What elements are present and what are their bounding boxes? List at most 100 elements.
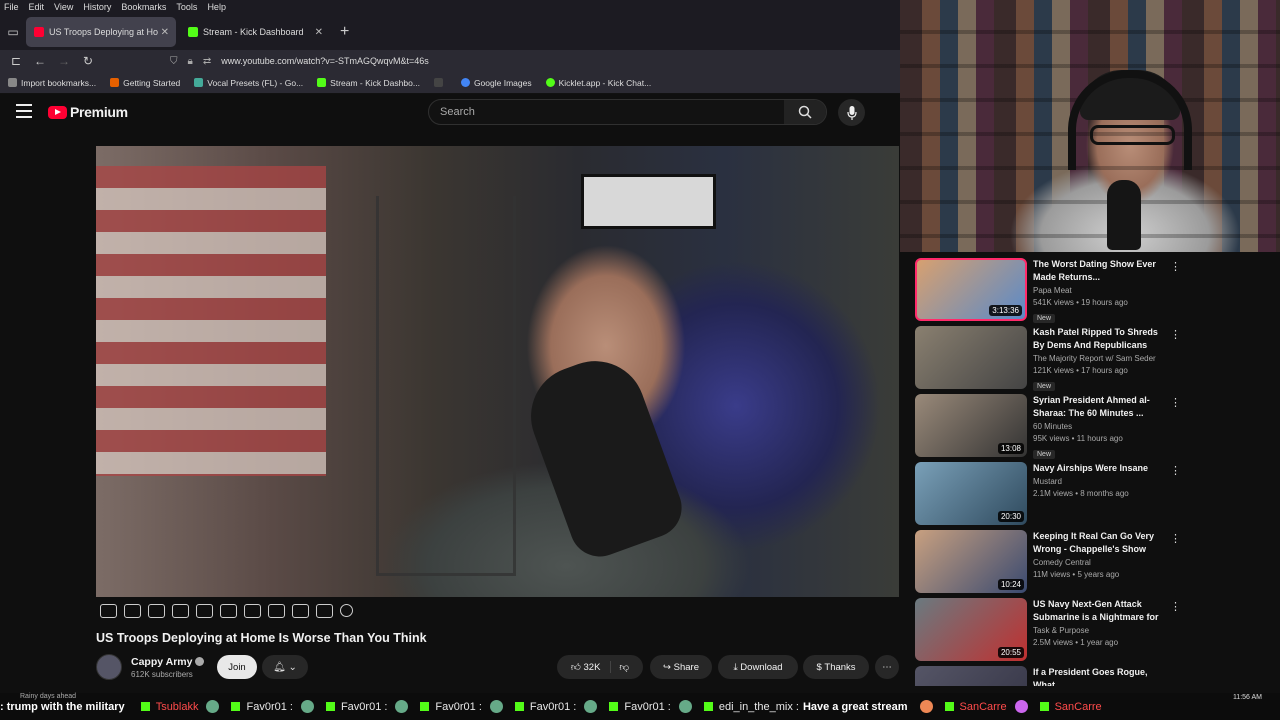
- sidebar-toggle-icon[interactable]: ⊏: [4, 54, 28, 68]
- rec-title[interactable]: Kash Patel Ripped To Shreds By Dems And …: [1033, 326, 1168, 352]
- rec-title[interactable]: The Worst Dating Show Ever Made Returns.…: [1033, 258, 1168, 284]
- menu-file[interactable]: File: [0, 2, 25, 12]
- rec-title[interactable]: US Navy Next-Gen Attack Submarine is a N…: [1033, 598, 1168, 624]
- add-icon[interactable]: [268, 604, 285, 618]
- subscriber-count: 612K subscribers: [131, 669, 193, 679]
- video-player[interactable]: [96, 146, 899, 597]
- rec-title[interactable]: Keeping It Real Can Go Very Wrong - Chap…: [1033, 530, 1168, 556]
- playlist-icon[interactable]: [148, 604, 165, 618]
- menu-help[interactable]: Help: [203, 2, 232, 12]
- bookmark-google-images[interactable]: Google Images: [460, 78, 532, 88]
- bell-icon: 🔔︎: [273, 661, 286, 673]
- more-vertical-icon[interactable]: ⋮: [1170, 464, 1181, 477]
- menu-history[interactable]: History: [79, 2, 117, 12]
- google-icon: [460, 78, 470, 87]
- screenshot-icon[interactable]: [292, 604, 309, 618]
- thanks-button[interactable]: $ Thanks: [803, 655, 869, 679]
- tab-label: Stream - Kick Dashboard: [203, 27, 304, 37]
- rec-meta: 11M views • 5 years ago: [1033, 570, 1120, 579]
- chat-username: edi_in_the_mix :: [718, 700, 799, 713]
- search-input[interactable]: Search: [428, 99, 827, 125]
- more-actions-button[interactable]: ⋯: [875, 655, 899, 679]
- video-thumbnail[interactable]: [915, 666, 1027, 686]
- like-button[interactable]: 👍︎ 32K: [570, 661, 612, 673]
- video-thumbnail[interactable]: 20:30: [915, 462, 1027, 525]
- rec-channel[interactable]: The Majority Report w/ Sam Seder: [1033, 354, 1168, 363]
- bookmark-kick-dashboard[interactable]: Stream - Kick Dashbo...: [317, 78, 420, 88]
- bookmark-vocal-presets[interactable]: Vocal Presets (FL) - Go...: [194, 78, 303, 88]
- tab-youtube[interactable]: US Troops Deploying at Ho ✕: [26, 17, 176, 47]
- audio-icon[interactable]: [124, 604, 141, 618]
- url-bar[interactable]: ⛉ 🔒︎ ⇄ www.youtube.com/watch?v=-STmAGQwq…: [170, 56, 429, 67]
- kick-badge-icon: [231, 702, 241, 711]
- bookmark-getting-started[interactable]: Getting Started: [110, 78, 180, 88]
- recommendation-item[interactable]: 13:08 Syrian President Ahmed al-Sharaa: …: [915, 394, 1181, 462]
- bookmark-label: Import bookmarks...: [21, 77, 97, 88]
- settings-icon[interactable]: [340, 604, 353, 617]
- recommendation-item[interactable]: 10:24 Keeping It Real Can Go Very Wrong …: [915, 530, 1181, 598]
- video-thumbnail[interactable]: 20:55: [915, 598, 1027, 661]
- join-button[interactable]: Join: [217, 655, 257, 679]
- menu-tools[interactable]: Tools: [172, 2, 203, 12]
- video-thumbnail[interactable]: [915, 326, 1027, 389]
- forward-icon[interactable]: →: [52, 54, 76, 68]
- reload-icon[interactable]: ↻: [76, 54, 100, 68]
- recommendation-item[interactable]: Kash Patel Ripped To Shreds By Dems And …: [915, 326, 1181, 394]
- menu-view[interactable]: View: [50, 2, 79, 12]
- channel-avatar[interactable]: [96, 654, 122, 680]
- recommendation-item[interactable]: 20:30 Navy Airships Were Insane Mustard …: [915, 462, 1181, 530]
- more-vertical-icon[interactable]: ⋮: [1170, 532, 1181, 545]
- share-button[interactable]: ↪ Share: [650, 655, 712, 679]
- voice-search-button[interactable]: [838, 99, 865, 126]
- rec-channel[interactable]: Mustard: [1033, 477, 1168, 486]
- video-thumbnail[interactable]: 13:08: [915, 394, 1027, 457]
- url-text: www.youtube.com/watch?v=-STmAGQwqvM&t=46…: [221, 56, 429, 66]
- miniplayer-icon[interactable]: [196, 604, 213, 618]
- more-vertical-icon[interactable]: ⋮: [1170, 260, 1181, 273]
- tab-kick[interactable]: Stream - Kick Dashboard ✕: [180, 17, 330, 47]
- close-tab-icon[interactable]: ✕: [161, 27, 169, 38]
- new-tab-icon[interactable]: +: [340, 23, 349, 41]
- kick-badge-icon: [944, 702, 954, 711]
- keyboard-icon[interactable]: [316, 604, 333, 618]
- video-thumbnail[interactable]: 3:13:36: [915, 258, 1027, 321]
- more-vertical-icon[interactable]: ⋮: [1170, 328, 1181, 341]
- bookmark-kicklet[interactable]: Kicklet.app - Kick Chat...: [545, 78, 651, 88]
- video-thumbnail[interactable]: 10:24: [915, 530, 1027, 593]
- more-vertical-icon[interactable]: ⋮: [1170, 396, 1181, 409]
- download-button[interactable]: ⤓ Download: [718, 655, 798, 679]
- recommendation-item[interactable]: If a President Goes Rogue, What: [915, 666, 1180, 686]
- rec-channel[interactable]: Task & Purpose: [1033, 626, 1168, 635]
- loop-icon[interactable]: [100, 604, 117, 618]
- rec-title[interactable]: Navy Airships Were Insane: [1033, 462, 1168, 475]
- rec-channel[interactable]: 60 Minutes: [1033, 422, 1168, 431]
- thumbs-up-icon: 👍︎: [570, 662, 581, 673]
- cinema-icon[interactable]: [172, 604, 189, 618]
- more-vertical-icon[interactable]: ⋮: [1170, 600, 1181, 613]
- youtube-premium-logo[interactable]: Premium: [48, 104, 128, 120]
- bookmark-import[interactable]: Import bookmarks...: [8, 78, 96, 88]
- emote-icon: [300, 700, 314, 713]
- notification-bell-button[interactable]: 🔔︎ ⌄: [262, 655, 308, 679]
- bookmark-s[interactable]: [433, 78, 447, 87]
- recommendation-item[interactable]: 20:55 US Navy Next-Gen Attack Submarine …: [915, 598, 1181, 666]
- back-icon[interactable]: ←: [28, 54, 52, 68]
- kick-badge-icon: [514, 702, 524, 711]
- speed-icon[interactable]: [244, 604, 261, 618]
- channel-name[interactable]: Cappy Army: [131, 656, 205, 668]
- search-button[interactable]: [784, 100, 826, 124]
- list-icon[interactable]: [220, 604, 237, 618]
- rec-channel[interactable]: Comedy Central: [1033, 558, 1168, 567]
- rec-title[interactable]: Syrian President Ahmed al-Sharaa: The 60…: [1033, 394, 1168, 420]
- rec-title[interactable]: If a President Goes Rogue, What: [1033, 666, 1168, 686]
- menu-bookmarks[interactable]: Bookmarks: [117, 2, 172, 12]
- emote-icon: [489, 700, 503, 713]
- menu-edit[interactable]: Edit: [25, 2, 51, 12]
- menu-icon[interactable]: [16, 104, 32, 118]
- close-tab-icon[interactable]: ✕: [315, 27, 323, 38]
- rec-channel[interactable]: Papa Meat: [1033, 286, 1168, 295]
- recommendation-item[interactable]: 3:13:36 The Worst Dating Show Ever Made …: [915, 258, 1181, 326]
- dislike-button[interactable]: 👎︎: [611, 661, 629, 673]
- streamer-webcam: [900, 0, 1280, 252]
- tab-list-icon[interactable]: ▭: [0, 14, 26, 50]
